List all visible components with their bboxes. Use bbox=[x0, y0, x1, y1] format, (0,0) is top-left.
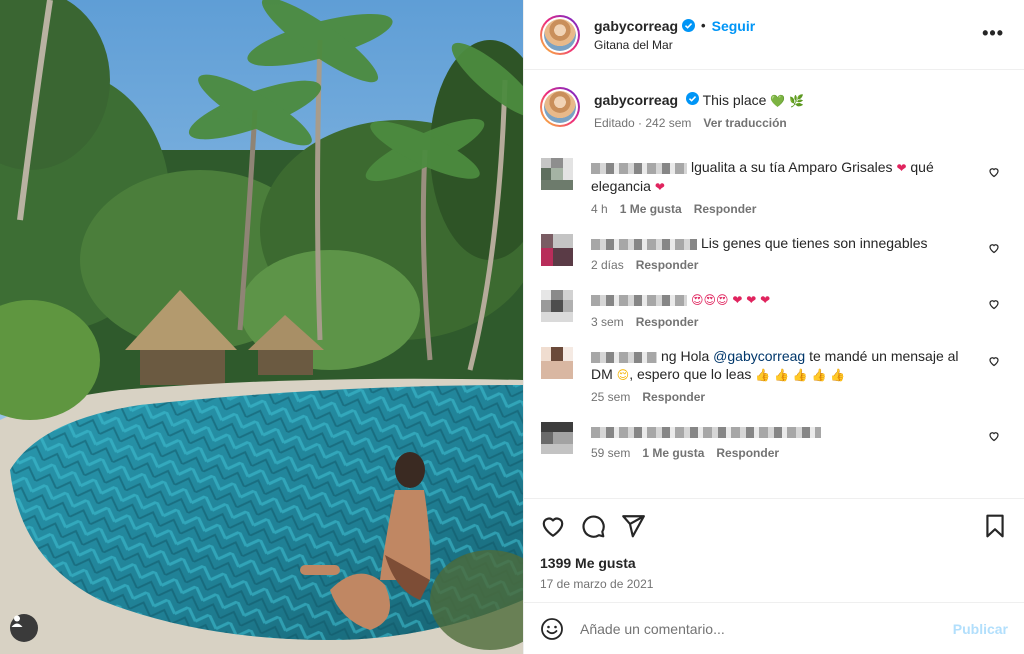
comment-likes[interactable]: 1 Me gusta bbox=[642, 446, 704, 460]
post-details-panel: gabycorreag • Seguir Gitana del Mar ••• … bbox=[523, 0, 1024, 654]
blurred-username[interactable] bbox=[591, 351, 657, 363]
caption-username[interactable]: gabycorreag bbox=[594, 92, 678, 108]
post-date[interactable]: 17 de marzo de 2021 bbox=[540, 577, 1008, 591]
comment-likes[interactable]: 1 Me gusta bbox=[620, 202, 682, 216]
reply-button[interactable]: Responder bbox=[636, 315, 699, 329]
post-image bbox=[0, 0, 523, 654]
follow-button[interactable]: Seguir bbox=[712, 18, 756, 34]
like-comment-icon[interactable] bbox=[988, 166, 1000, 178]
blurred-username[interactable] bbox=[591, 238, 697, 250]
more-options-icon[interactable]: ••• bbox=[982, 24, 1004, 42]
dot-separator: • bbox=[701, 18, 706, 33]
comment-text: Lis genes que tienes son innegables bbox=[701, 235, 928, 251]
post-photo[interactable] bbox=[0, 0, 523, 654]
post-actions: 1399 Me gusta 17 de marzo de 2021 bbox=[524, 498, 1024, 600]
comment-text: lgualita a su tía Amparo Grisales bbox=[691, 159, 893, 175]
commenter-avatar[interactable] bbox=[541, 422, 573, 454]
author-username[interactable]: gabycorreag bbox=[594, 18, 678, 34]
like-heart-icon[interactable] bbox=[540, 513, 566, 539]
emoji-picker-icon[interactable] bbox=[540, 617, 564, 641]
user-profile-icon[interactable] bbox=[10, 614, 38, 642]
like-comment-icon[interactable] bbox=[988, 430, 1000, 442]
verified-icon bbox=[682, 19, 696, 32]
publish-button[interactable]: Publicar bbox=[953, 621, 1008, 637]
comment-item: 😍😍😍 ❤ ❤ ❤ 3 sem Responder bbox=[540, 290, 1008, 329]
mention-link[interactable]: @gabycorreag bbox=[713, 348, 805, 364]
save-bookmark-icon[interactable] bbox=[982, 513, 1008, 539]
comment-time: 3 sem bbox=[591, 315, 624, 329]
caption-avatar[interactable] bbox=[540, 87, 580, 127]
verified-icon bbox=[685, 92, 699, 105]
post-location[interactable]: Gitana del Mar bbox=[594, 38, 755, 52]
like-comment-icon[interactable] bbox=[988, 242, 1000, 254]
comment-time: 59 sem bbox=[591, 446, 631, 460]
commenter-avatar[interactable] bbox=[541, 290, 573, 322]
like-comment-icon[interactable] bbox=[988, 298, 1000, 310]
caption-text: This place bbox=[702, 92, 767, 108]
thumbs-emojis: 👍 👍 👍 👍 👍 bbox=[755, 368, 846, 382]
comment-item: Lis genes que tienes son innegables 2 dí… bbox=[540, 234, 1008, 272]
reply-button[interactable]: Responder bbox=[694, 202, 757, 216]
blurred-comment[interactable] bbox=[591, 426, 821, 438]
post-header: gabycorreag • Seguir Gitana del Mar ••• bbox=[524, 0, 1024, 70]
share-send-icon[interactable] bbox=[620, 513, 646, 539]
comment-input[interactable] bbox=[580, 620, 953, 637]
blurred-username[interactable] bbox=[591, 162, 687, 174]
heart-emoji: ❤ bbox=[654, 180, 665, 194]
comment-item: ng Hola @gabycorreag te mandé un mensaje… bbox=[540, 347, 1008, 404]
reply-button[interactable]: Responder bbox=[642, 390, 705, 404]
heart-emoji: ❤ bbox=[896, 161, 907, 175]
comment-item: lgualita a su tía Amparo Grisales ❤ qué … bbox=[540, 158, 1008, 216]
comments-list[interactable]: gabycorreag This place 💚 🌿 Editado · 242… bbox=[524, 71, 1024, 498]
caption: gabycorreag This place 💚 🌿 Editado · 242… bbox=[540, 87, 1008, 130]
comment-time: 2 días bbox=[591, 258, 624, 272]
face-emoji: 😌 bbox=[616, 368, 630, 382]
reply-button[interactable]: Responder bbox=[636, 258, 699, 272]
caption-emojis: 💚 🌿 bbox=[770, 94, 804, 108]
comment-time: 4 h bbox=[591, 202, 608, 216]
reply-button[interactable]: Responder bbox=[716, 446, 779, 460]
translate-link[interactable]: Ver traducción bbox=[703, 116, 786, 130]
comment-time: 25 sem bbox=[591, 390, 631, 404]
like-comment-icon[interactable] bbox=[988, 355, 1000, 367]
comment-bubble-icon[interactable] bbox=[580, 513, 606, 539]
commenter-avatar[interactable] bbox=[541, 347, 573, 379]
comment-text: ng Hola bbox=[661, 348, 714, 364]
comment-emojis: 😍😍😍 ❤ ❤ ❤ bbox=[691, 293, 771, 307]
commenter-avatar[interactable] bbox=[541, 234, 573, 266]
comment-item: 59 sem 1 Me gusta Responder bbox=[540, 422, 1008, 460]
caption-edited-time: Editado · 242 sem bbox=[594, 116, 692, 130]
author-avatar[interactable] bbox=[540, 14, 580, 55]
likes-count[interactable]: 1399 Me gusta bbox=[540, 555, 1008, 571]
blurred-username[interactable] bbox=[591, 294, 687, 306]
comment-text-after2: , espero que lo leas bbox=[629, 366, 752, 382]
commenter-avatar[interactable] bbox=[541, 158, 573, 190]
add-comment-bar: Publicar bbox=[524, 602, 1024, 654]
